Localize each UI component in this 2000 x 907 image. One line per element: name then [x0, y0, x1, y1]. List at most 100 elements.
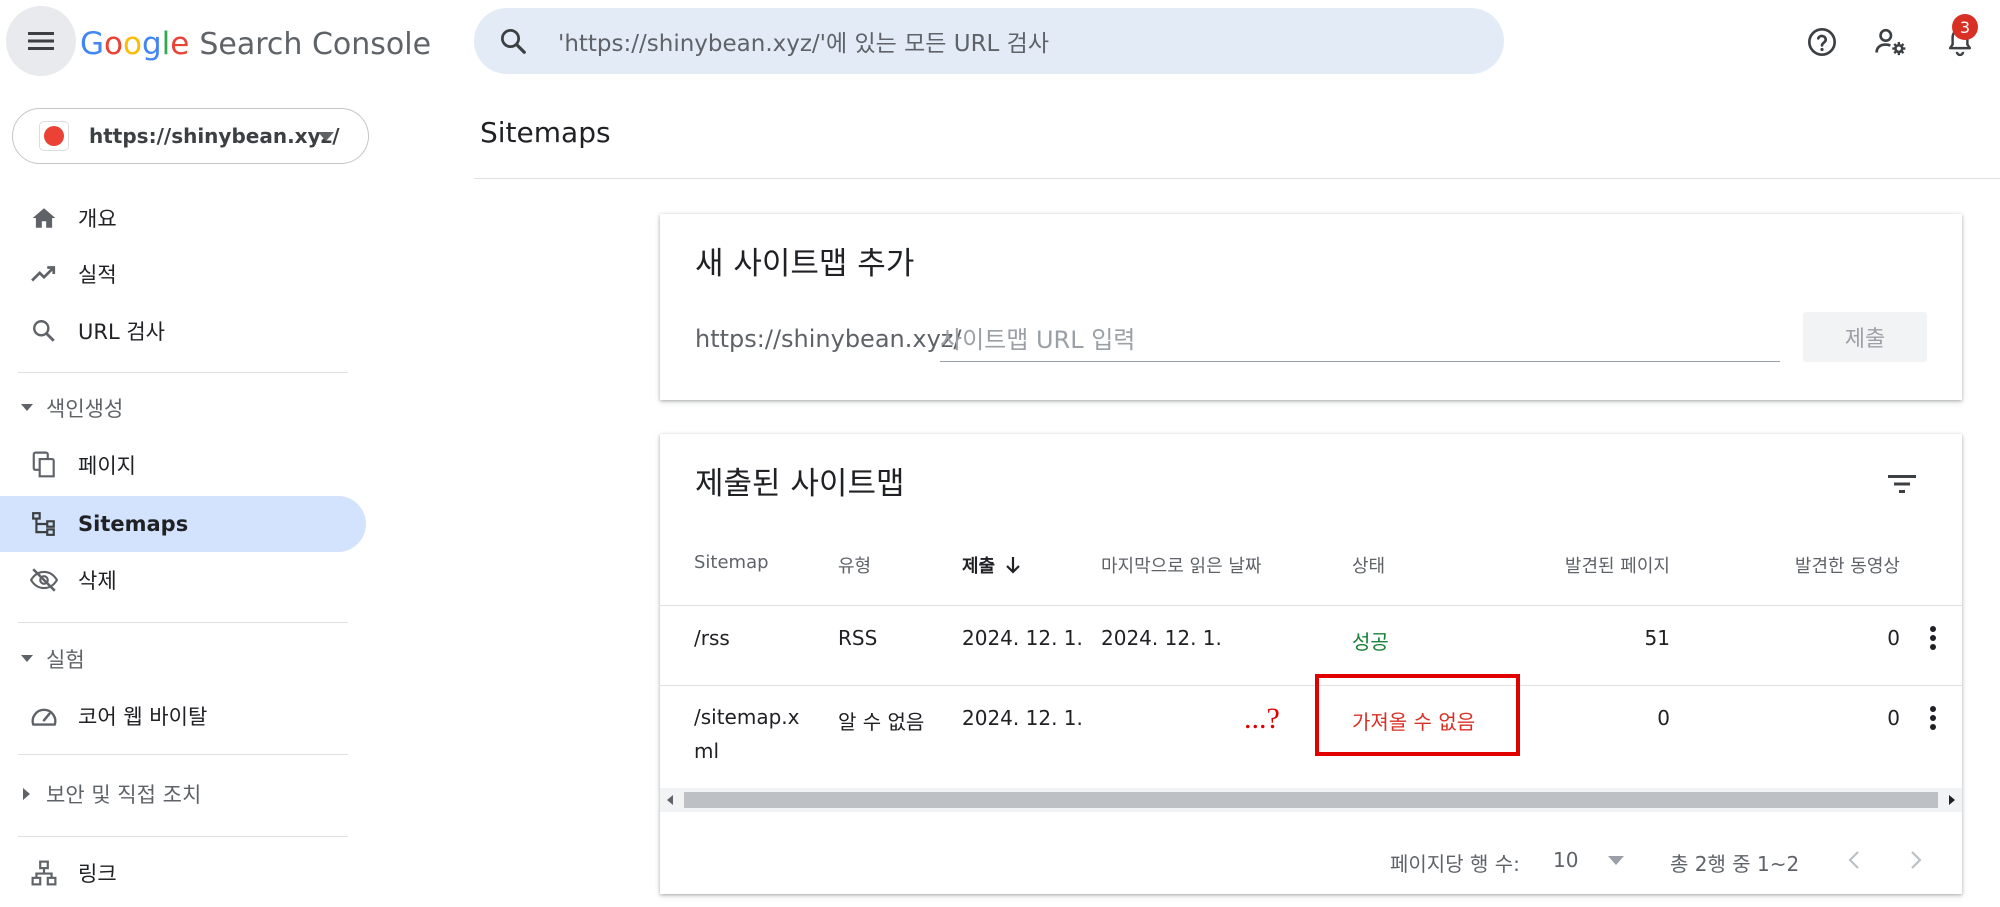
sidebar-item-removals[interactable]: 삭제: [0, 552, 366, 608]
previous-page-button[interactable]: [1836, 842, 1872, 878]
sitemap-icon: [32, 512, 55, 536]
logo-letter: o: [123, 26, 142, 62]
sidebar-item-label: 실적: [78, 263, 117, 287]
more-vert-icon: [1930, 706, 1936, 730]
sidebar-divider: [18, 754, 348, 755]
sidebar-item-pages[interactable]: 페이지: [0, 437, 366, 493]
property-favicon: [39, 121, 69, 151]
sidebar-item-label: 삭제: [78, 569, 117, 593]
search-icon: [501, 29, 526, 54]
sidebar-section-security[interactable]: 보안 및 직접 조치: [0, 772, 201, 816]
page-title: Sitemaps: [480, 116, 611, 149]
sidebar-item-label: 코어 웹 바이탈: [78, 705, 208, 729]
visibility-off-icon: [30, 568, 58, 592]
cell-last-read: 2024. 12. 1.: [1101, 626, 1222, 650]
next-page-button[interactable]: [1898, 842, 1934, 878]
sitemap-url-input[interactable]: [940, 318, 1780, 362]
sidebar-item-performance[interactable]: 실적: [0, 246, 366, 302]
cell-status-success: 성공: [1352, 630, 1389, 654]
scrollbar-thumb[interactable]: [684, 792, 1938, 808]
sidebar-item-label: Sitemaps: [78, 512, 189, 536]
trending-up-icon: [31, 266, 56, 282]
column-header-status[interactable]: 상태: [1352, 552, 1385, 578]
submit-button[interactable]: 제출: [1803, 312, 1927, 362]
submitted-sitemaps-title: 제출된 사이트맵: [695, 466, 905, 502]
cell-discovered-pages: 0: [1657, 706, 1670, 730]
cell-type: 알 수 없음: [838, 710, 925, 734]
column-header-type[interactable]: 유형: [838, 552, 871, 578]
caret-down-icon: [21, 655, 33, 662]
column-header-sitemap[interactable]: Sitemap: [694, 552, 769, 573]
more-vert-icon: [1930, 626, 1936, 650]
scroll-left-arrow-icon[interactable]: [667, 795, 673, 805]
row-more-button[interactable]: [1913, 698, 1953, 738]
help-icon: [1808, 28, 1836, 56]
horizontal-scrollbar[interactable]: [660, 788, 1962, 812]
property-selector[interactable]: https://shinybean.xyz/: [12, 108, 369, 164]
sidebar-item-label: URL 검사: [78, 320, 165, 344]
cell-sitemap[interactable]: /rss: [694, 626, 730, 650]
filter-icon: [1888, 475, 1916, 493]
submitted-sitemaps-card: 제출된 사이트맵 Sitemap 유형 제출 마지막으로 읽은 날짜 상태 발견…: [660, 434, 1962, 894]
cell-submitted: 2024. 12. 1.: [962, 626, 1083, 650]
sidebar-divider: [18, 622, 348, 623]
sitemap-url-prefix: https://shinybean.xyz/: [695, 325, 962, 353]
sidebar-item-sitemaps[interactable]: Sitemaps: [0, 496, 366, 552]
table-divider: [660, 605, 1962, 606]
sidebar-section-label: 보안 및 직접 조치: [46, 783, 202, 807]
scroll-right-arrow-icon[interactable]: [1949, 795, 1955, 805]
help-button[interactable]: [1800, 20, 1844, 64]
chevron-right-icon: [1911, 851, 1922, 869]
annotation-question: ...?: [1244, 702, 1280, 735]
user-settings-button[interactable]: [1869, 20, 1913, 64]
home-icon: [32, 208, 56, 228]
logo-letter: l: [161, 26, 171, 62]
sidebar-item-links[interactable]: 링크: [0, 845, 366, 901]
annotation-highlight-box: [1315, 674, 1520, 756]
filter-button[interactable]: [1874, 456, 1930, 512]
logo-letter: G: [80, 26, 105, 62]
property-url: https://shinybean.xyz/: [89, 124, 340, 148]
rows-per-page-select[interactable]: 10: [1553, 842, 1633, 878]
sidebar-divider: [18, 836, 348, 837]
sidebar-item-overview[interactable]: 개요: [0, 190, 366, 246]
chevron-left-icon: [1848, 851, 1859, 869]
logo-letter: o: [104, 26, 123, 62]
table-pagination: 페이지당 행 수: 10 총 2행 중 1~2: [660, 832, 1962, 888]
pages-icon: [32, 451, 55, 478]
sidebar-section-label: 실험: [46, 648, 85, 672]
arrow-down-icon: [1006, 557, 1020, 574]
search-console-logo[interactable]: Google Search Console: [80, 22, 431, 66]
caret-right-icon: [23, 788, 30, 800]
cell-type: RSS: [838, 626, 878, 650]
column-header-submitted[interactable]: 제출: [962, 552, 1021, 578]
dropdown-arrow-icon: [1608, 855, 1625, 865]
logo-letter: e: [170, 26, 190, 62]
rows-per-page-value: 10: [1553, 848, 1579, 872]
column-header-label: 제출: [962, 556, 996, 577]
dropdown-arrow-icon: [318, 132, 334, 141]
cell-discovered-videos: 0: [1887, 706, 1900, 730]
logo-letter: g: [141, 26, 162, 62]
cell-sitemap[interactable]: /sitemap.xml: [694, 700, 806, 768]
sidebar-item-label: 페이지: [78, 454, 136, 478]
manage-accounts-icon: [1875, 28, 1906, 56]
column-header-discovered-videos[interactable]: 발견한 동영상: [1700, 552, 1900, 578]
url-inspection-search[interactable]: 'https://shinybean.xyz/'에 있는 모든 URL 검사: [474, 8, 1504, 74]
sidebar-item-label: 링크: [78, 862, 117, 886]
product-name: Search Console: [199, 26, 432, 62]
sidebar-section-label: 색인생성: [46, 397, 124, 421]
column-header-last-read[interactable]: 마지막으로 읽은 날짜: [1101, 552, 1261, 578]
cell-discovered-videos: 0: [1887, 626, 1900, 650]
row-more-button[interactable]: [1913, 618, 1953, 658]
menu-icon: [28, 32, 54, 50]
sidebar-section-indexing[interactable]: 색인생성: [0, 386, 123, 430]
sidebar-item-url-inspection[interactable]: URL 검사: [0, 303, 366, 359]
main-menu-button[interactable]: [6, 6, 76, 76]
sidebar-item-core-web-vitals[interactable]: 코어 웹 바이탈: [0, 688, 366, 744]
rows-per-page-label: 페이지당 행 수:: [1390, 852, 1520, 876]
column-header-discovered-pages[interactable]: 발견된 페이지: [1520, 552, 1670, 578]
links-icon: [31, 860, 57, 886]
cell-submitted: 2024. 12. 1.: [962, 706, 1083, 730]
sidebar-section-experience[interactable]: 실험: [0, 637, 85, 681]
